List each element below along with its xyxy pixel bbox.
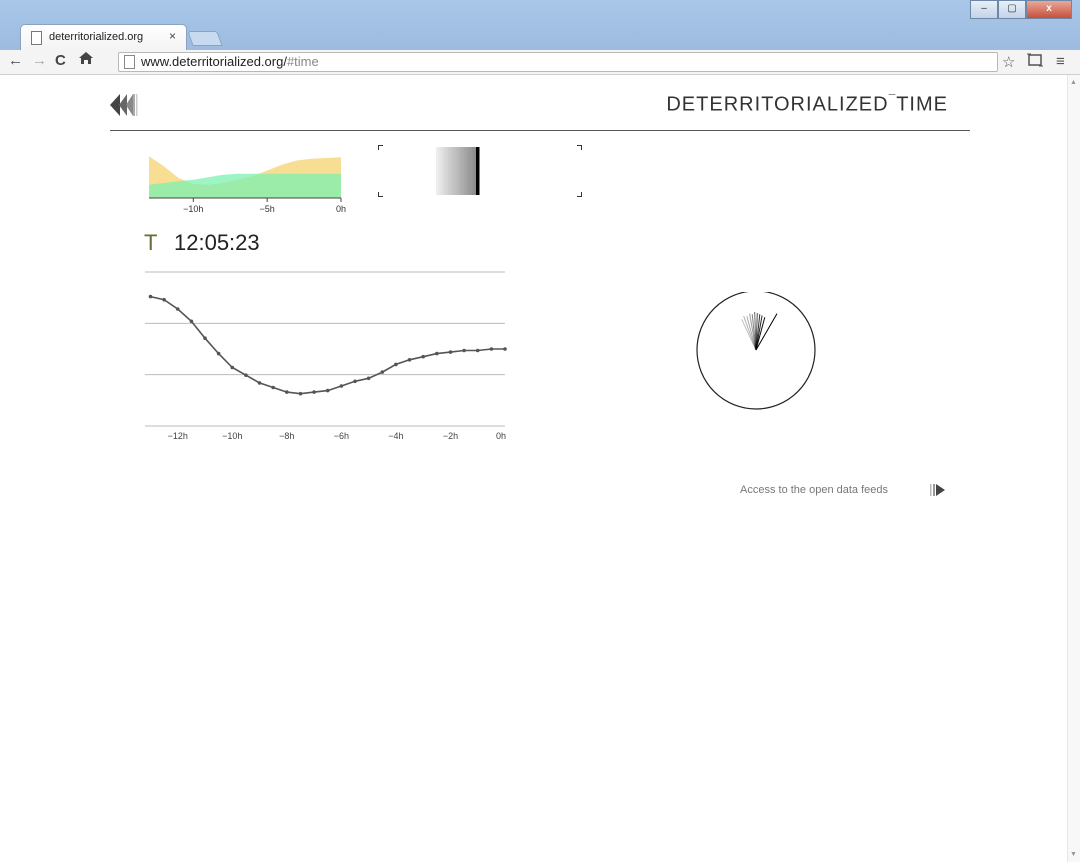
data-point (503, 347, 507, 351)
new-tab-button[interactable] (187, 31, 223, 46)
minimize-button[interactable]: – (970, 0, 998, 19)
data-point (325, 388, 330, 393)
scroll-up-icon[interactable]: ▲ (1070, 79, 1077, 86)
tab-title: deterritorialized.org (49, 31, 144, 43)
area-tick-label: −5h (260, 204, 275, 214)
data-point (407, 358, 412, 362)
area-tick-label: −10h (183, 204, 203, 214)
data-point (271, 385, 275, 390)
home-icon[interactable] (78, 50, 94, 70)
forward-arrows-icon[interactable] (930, 483, 946, 502)
x-tick-label: −10h (222, 431, 242, 441)
line-chart: −12h −10h −8h −6h −4h −2h 0h (145, 271, 507, 441)
data-point (435, 351, 439, 356)
frame-corner (378, 145, 383, 150)
data-point (448, 350, 453, 354)
x-tick-label: −8h (279, 431, 294, 441)
open-data-feeds-link[interactable]: Access to the open data feeds (740, 484, 888, 496)
barcode-visual (436, 147, 480, 195)
data-point (285, 390, 289, 394)
tab-close-button[interactable]: × (169, 29, 176, 43)
cast-icon[interactable] (1027, 53, 1043, 71)
area-series-2 (149, 173, 341, 198)
frame-corner (577, 192, 582, 197)
page-icon (31, 31, 42, 45)
close-window-button[interactable]: x (1026, 0, 1072, 19)
frame-corner (378, 192, 383, 197)
data-point (366, 376, 371, 381)
x-tick-label: −2h (443, 431, 458, 441)
barcode-frame (378, 145, 582, 197)
data-point (312, 390, 316, 394)
reload-icon[interactable]: C (55, 52, 66, 69)
x-tick-label: −4h (388, 431, 403, 441)
data-point (216, 351, 221, 356)
url-host: www.deterritorialized.org/ (141, 54, 287, 69)
data-point (257, 381, 262, 385)
title-divider (110, 130, 970, 131)
browser-tab[interactable]: deterritorialized.org × (20, 24, 187, 51)
data-point (339, 384, 344, 388)
browser-toolbar: ← → C www.deterritorialized.org/#time ☆ … (0, 50, 1080, 75)
title-main: DETERRITORIALIZED (666, 93, 889, 116)
scroll-down-icon[interactable]: ▼ (1070, 851, 1077, 858)
url-text: www.deterritorialized.org/#time (141, 54, 319, 69)
data-point (298, 391, 303, 396)
address-bar[interactable]: www.deterritorialized.org/#time (118, 52, 998, 72)
data-point (462, 348, 466, 353)
data-point (189, 319, 194, 324)
data-point (162, 297, 166, 302)
frame-corner (577, 145, 582, 150)
x-tick-label: −12h (168, 431, 188, 441)
area-chart: −10h −5h 0h (149, 156, 346, 214)
data-point (380, 370, 385, 374)
back-navigation-icon[interactable] (110, 92, 144, 123)
back-arrow-icon[interactable]: ← (8, 52, 23, 69)
url-path: #time (286, 54, 319, 69)
data-point (175, 307, 180, 311)
data-point (489, 347, 494, 351)
forward-arrow-icon[interactable]: → (32, 52, 47, 69)
page-icon (124, 55, 135, 69)
data-point (421, 354, 426, 359)
title-end: TIME (896, 93, 948, 116)
area-tick-label: 0h (336, 204, 346, 214)
data-point (394, 362, 398, 367)
data-point (475, 348, 480, 353)
x-tick-label: 0h (496, 431, 506, 441)
data-point (148, 294, 153, 299)
page-title: DETERRITORIALIZED¯TIME (600, 92, 948, 117)
series-line (150, 295, 505, 395)
data-point (230, 365, 235, 370)
radial-clock (696, 292, 816, 410)
data-point (244, 373, 248, 377)
clock-time: 12:05:23 (174, 230, 260, 255)
browser-window: deterritorialized.org × – ▢ x ← → C www.… (0, 0, 1080, 867)
x-tick-label: −6h (334, 431, 349, 441)
clock-label: T (144, 230, 158, 255)
menu-icon[interactable]: ≡ (1056, 53, 1065, 70)
star-icon[interactable]: ☆ (1002, 53, 1015, 71)
radial-circle (696, 292, 816, 410)
scrollbar[interactable]: ▲ ▼ (1067, 75, 1080, 862)
data-point (353, 379, 357, 384)
data-point (203, 336, 207, 340)
window-controls: – ▢ x (970, 0, 1072, 19)
maximize-button[interactable]: ▢ (998, 0, 1026, 19)
